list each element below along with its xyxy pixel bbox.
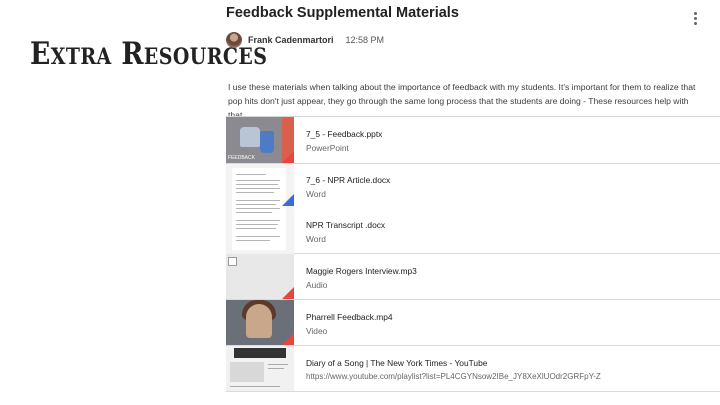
attachment-type: Audio [306,280,328,290]
attachment-name[interactable]: 7_6 - NPR Article.docx [306,175,390,185]
attachment-item[interactable]: Pharrell Feedback.mp4 Video [226,300,720,346]
attachment-type: Video [306,326,328,336]
avatar [226,32,242,48]
attachment-item[interactable]: Diary of a Song | The New York Times - Y… [226,346,720,392]
attachment-name[interactable]: Maggie Rogers Interview.mp3 [306,266,417,276]
pptx-thumbnail: FEEDBACK [226,117,294,163]
attachment-name[interactable]: Pharrell Feedback.mp4 [306,312,393,322]
post-title: Feedback Supplemental Materials [226,5,459,21]
attachment-item[interactable]: FEEDBACK 7_5 - Feedback.pptx PowerPoint [226,117,720,164]
video-thumbnail [226,300,294,345]
attachments-list: FEEDBACK 7_5 - Feedback.pptx PowerPoint … [226,116,720,395]
attachment-type: Word [306,234,326,244]
attachment-name[interactable]: NPR Transcript .docx [306,220,385,230]
classroom-post: Feedback Supplemental Materials Frank Ca… [226,0,720,405]
attachment-name[interactable]: 7_5 - Feedback.pptx [306,129,382,139]
attachment-type: Word [306,189,326,199]
attachment-item[interactable]: NPR Transcript .docx Word [226,208,720,254]
docx-thumbnail [226,164,294,254]
author-row: Frank Cadenmartori 12:58 PM [226,32,384,48]
post-time: 12:58 PM [345,35,385,45]
youtube-thumbnail [226,346,294,391]
attachment-url[interactable]: https://www.youtube.com/playlist?list=PL… [306,372,601,381]
attachment-name[interactable]: Diary of a Song | The New York Times - Y… [306,358,487,368]
broken-image-icon [226,254,294,299]
attachment-item[interactable]: Maggie Rogers Interview.mp3 Audio [226,254,720,300]
attachment-type: PowerPoint [306,143,349,153]
attachment-item[interactable]: 7_6 - NPR Article.docx Word [226,164,720,208]
author-name: Frank Cadenmartori [248,35,334,45]
more-options-icon[interactable] [694,12,698,30]
